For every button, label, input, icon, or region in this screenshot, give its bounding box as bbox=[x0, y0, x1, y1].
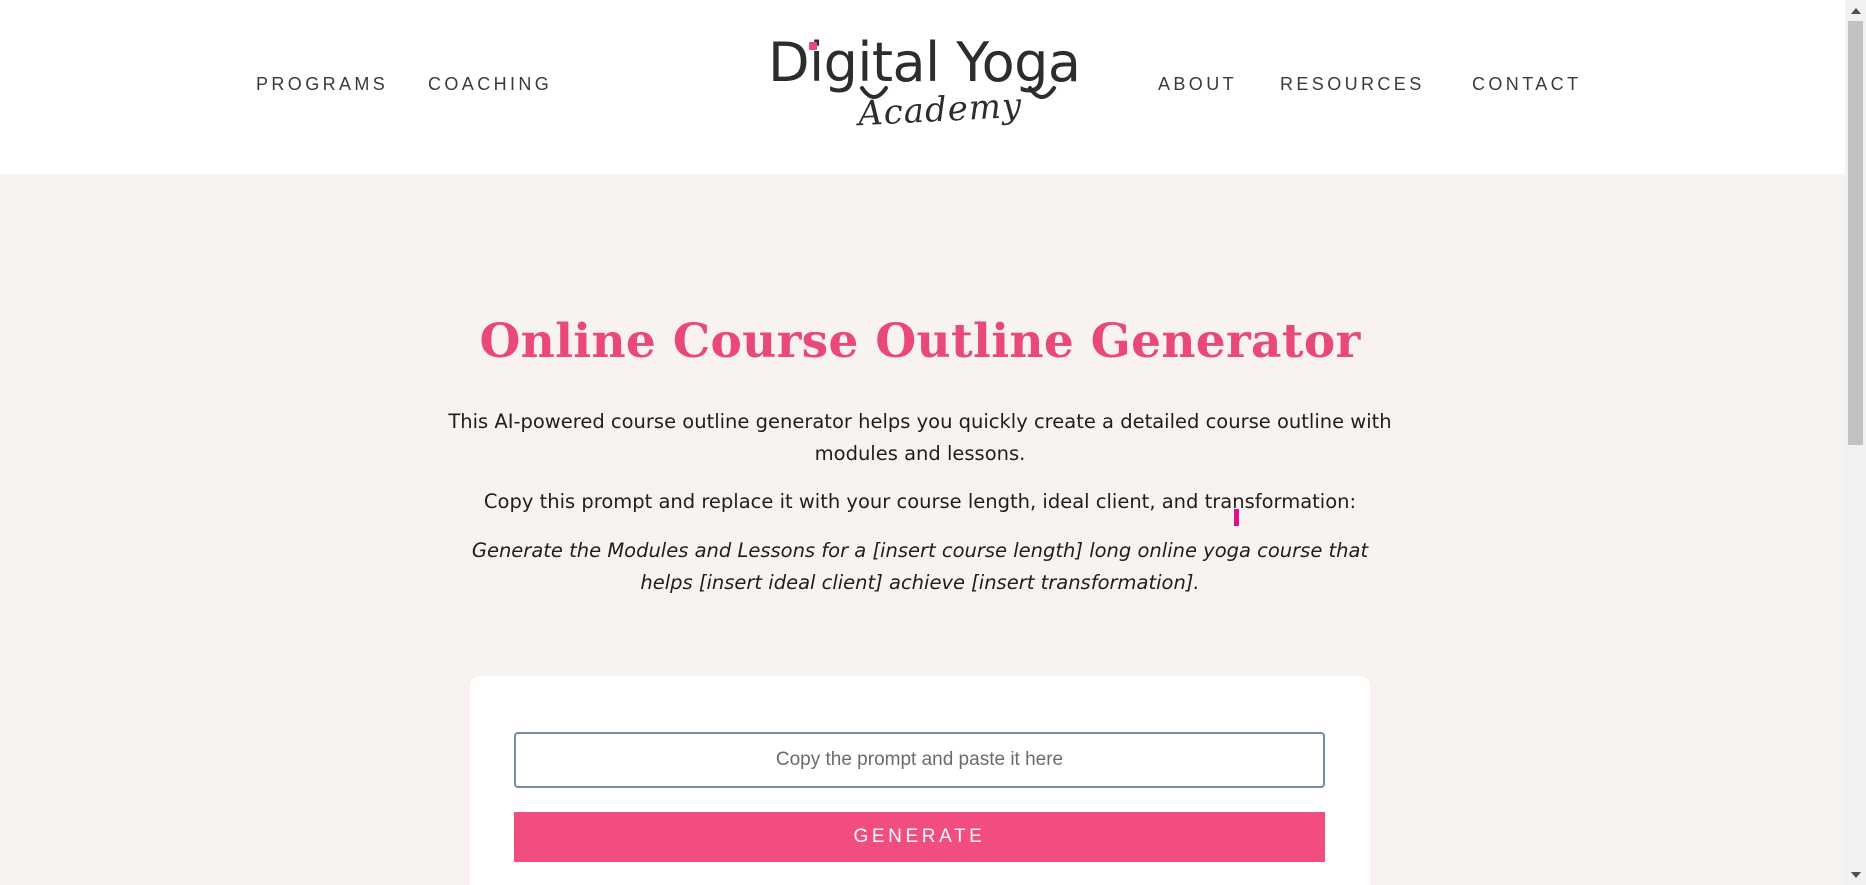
page-title: Online Course Outline Generator bbox=[479, 314, 1361, 369]
scrollbar-thumb[interactable] bbox=[1848, 21, 1863, 445]
description-text: This AI-powered course outline generator… bbox=[448, 410, 1392, 465]
instruction-text: Copy this prompt and replace it with you… bbox=[483, 490, 1357, 513]
prompt-template-text: Generate the Modules and Lessons for a [… bbox=[471, 539, 1369, 594]
site-header: PROGRAMS COACHING Digital Yoga Academy A… bbox=[0, 0, 1845, 174]
generator-card: GENERATE bbox=[470, 676, 1370, 885]
nav-contact[interactable]: CONTACT bbox=[1472, 74, 1581, 95]
text-cursor-indicator bbox=[1234, 509, 1239, 526]
prompt-input[interactable] bbox=[514, 732, 1325, 788]
generate-button[interactable]: GENERATE bbox=[514, 812, 1325, 862]
page-scrollbar[interactable] bbox=[1845, 0, 1866, 885]
nav-about[interactable]: ABOUT bbox=[1158, 74, 1237, 95]
site-logo[interactable]: Digital Yoga Academy bbox=[762, 32, 1082, 140]
scroll-up-arrow-icon[interactable] bbox=[1845, 2, 1866, 19]
nav-programs[interactable]: PROGRAMS bbox=[256, 74, 388, 95]
nav-resources[interactable]: RESOURCES bbox=[1280, 74, 1425, 95]
nav-coaching[interactable]: COACHING bbox=[428, 74, 552, 95]
main-content: Online Course Outline Generator This AI-… bbox=[0, 174, 1845, 885]
scroll-down-arrow-icon[interactable] bbox=[1845, 866, 1866, 883]
